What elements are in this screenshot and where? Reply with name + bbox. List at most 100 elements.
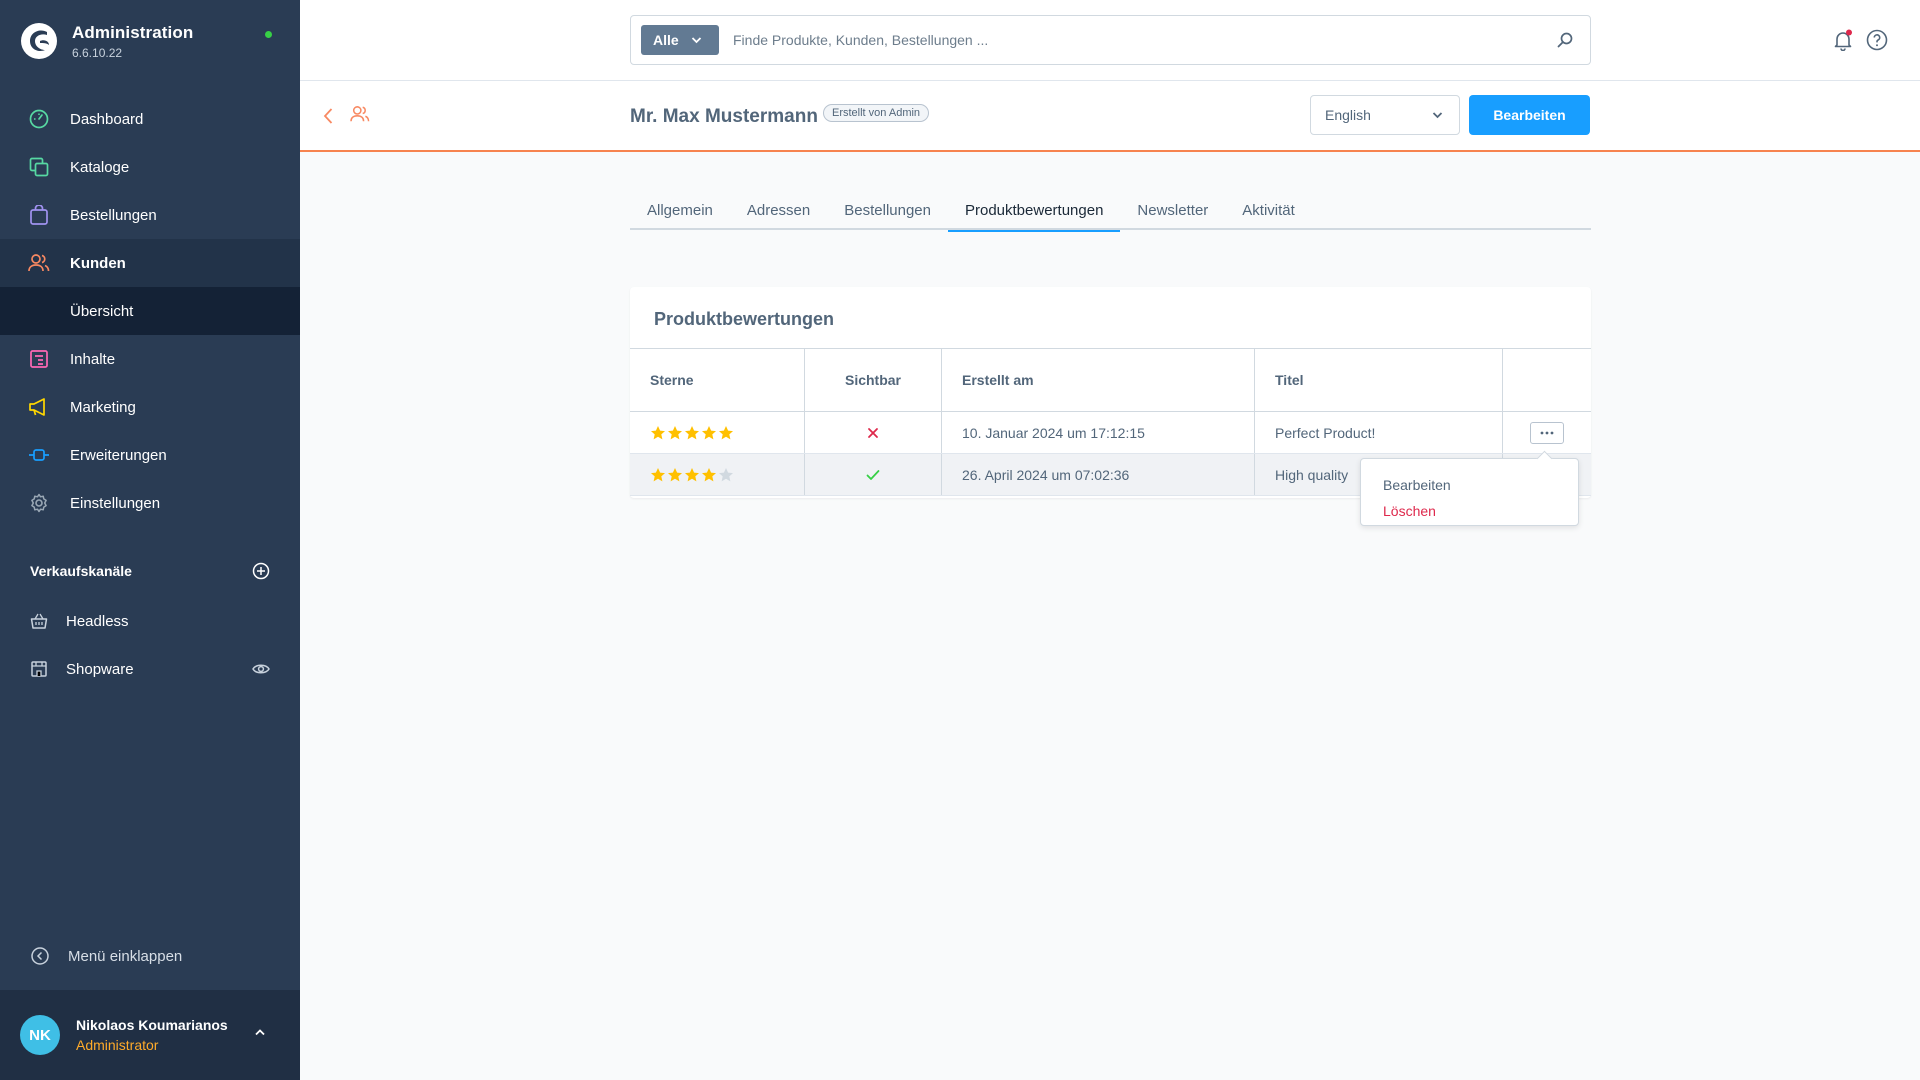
help-icon[interactable] — [1866, 29, 1888, 51]
back-arrow-icon[interactable] — [322, 107, 334, 125]
sidebar-item-label: Kunden — [70, 254, 126, 272]
sales-channel-label: Shopware — [66, 660, 134, 678]
avatar: NK — [20, 1015, 60, 1055]
main-navigation: Dashboard Kataloge Bestellungen Kunden Ü… — [0, 95, 300, 527]
sidebar-item-label: Inhalte — [70, 350, 116, 368]
context-menu-button[interactable] — [1530, 421, 1564, 444]
collapse-menu-label: Menü einklappen — [68, 947, 183, 965]
page-header: Mr. Max Mustermann Erstellt von Admin En… — [300, 81, 1920, 152]
dashboard-icon — [28, 108, 50, 130]
context-menu-delete[interactable]: Löschen — [1383, 503, 1436, 519]
sidebar-item-label: Kataloge — [70, 158, 130, 176]
sidebar-item-label: Marketing — [70, 398, 136, 416]
marketing-icon — [28, 396, 50, 418]
star-filled-icon — [651, 425, 665, 439]
search-input[interactable] — [733, 32, 1533, 48]
online-status-dot — [265, 31, 272, 38]
sidebar-item-customers[interactable]: Kunden — [0, 239, 300, 287]
sidebar-item-settings[interactable]: Einstellungen — [0, 479, 300, 527]
chevron-down-icon — [1432, 112, 1443, 119]
sales-channel-shopware[interactable]: Shopware — [30, 660, 270, 678]
star-filled-icon — [685, 425, 699, 439]
search-type-label: Alle — [653, 32, 679, 48]
shopware-logo-icon — [21, 23, 57, 59]
storefront-icon — [31, 661, 47, 677]
card-title: Produktbewertungen — [654, 309, 835, 329]
admin-sidebar: Administration 6.6.10.22 Dashboard Katal… — [0, 0, 300, 1080]
sidebar-item-content[interactable]: Inhalte — [0, 335, 300, 383]
sidebar-item-dashboard[interactable]: Dashboard — [0, 95, 300, 143]
sidebar-item-label: Erweiterungen — [70, 446, 167, 464]
search-icon[interactable] — [1556, 31, 1574, 49]
sidebar-item-label: Dashboard — [70, 110, 144, 128]
stars-cell — [630, 454, 805, 495]
column-header-actions — [1503, 349, 1591, 411]
top-bar: Alle — [300, 0, 1920, 81]
customers-icon — [28, 252, 50, 274]
chevron-up-icon — [255, 1029, 265, 1036]
chevron-down-icon — [691, 37, 701, 44]
context-menu-edit[interactable]: Bearbeiten — [1383, 477, 1451, 493]
stars-cell — [630, 412, 805, 453]
search-type-dropdown[interactable]: Alle — [641, 25, 719, 55]
star-rating — [650, 467, 734, 483]
table-row[interactable]: 10. Januar 2024 um 17:12:15 Perfect Prod… — [630, 412, 1591, 454]
eye-icon[interactable] — [252, 662, 270, 676]
customers-icon — [350, 106, 370, 122]
sidebar-item-label: Bestellungen — [70, 206, 157, 224]
star-filled-icon — [685, 467, 699, 481]
star-rating — [650, 425, 734, 441]
created-cell: 26. April 2024 um 07:02:36 — [942, 454, 1255, 495]
actions-cell — [1503, 412, 1591, 453]
add-sales-channel-icon[interactable] — [252, 562, 270, 580]
sales-channels-title: Verkaufskanäle — [30, 563, 132, 579]
tab-newsletter[interactable]: Newsletter — [1120, 190, 1225, 230]
star-filled-icon — [702, 425, 716, 439]
visible-cell — [805, 454, 942, 495]
language-select[interactable]: English — [1310, 95, 1460, 135]
sidebar-subitem-label: Übersicht — [70, 302, 134, 320]
chevron-left-circle-icon — [31, 947, 49, 965]
sidebar-item-extensions[interactable]: Erweiterungen — [0, 431, 300, 479]
sidebar-item-catalogs[interactable]: Kataloge — [0, 143, 300, 191]
user-role: Administrator — [76, 1037, 159, 1053]
created-by-badge: Erstellt von Admin — [823, 104, 930, 122]
user-menu[interactable]: NK Nikolaos Koumarianos Administrator — [0, 990, 300, 1080]
settings-icon — [28, 492, 50, 514]
created-cell: 10. Januar 2024 um 17:12:15 — [942, 412, 1255, 453]
tab-addresses[interactable]: Adressen — [730, 190, 827, 230]
sidebar-item-marketing[interactable]: Marketing — [0, 383, 300, 431]
edit-button[interactable]: Bearbeiten — [1469, 95, 1590, 135]
sales-channel-label: Headless — [66, 612, 129, 630]
star-filled-icon — [702, 467, 716, 481]
star-empty-icon — [719, 467, 733, 481]
title-cell: Perfect Product! — [1255, 412, 1503, 453]
sidebar-item-orders[interactable]: Bestellungen — [0, 191, 300, 239]
table-header-row: Sterne Sichtbar Erstellt am Titel — [630, 349, 1591, 412]
tab-general[interactable]: Allgemein — [630, 190, 730, 230]
language-select-value: English — [1325, 107, 1371, 123]
star-filled-icon — [651, 467, 665, 481]
star-filled-icon — [668, 467, 682, 481]
column-header-stars[interactable]: Sterne — [630, 349, 805, 411]
user-name: Nikolaos Koumarianos — [76, 1017, 228, 1033]
tab-product-reviews[interactable]: Produktbewertungen — [947, 190, 1121, 232]
sidebar-subitem-overview[interactable]: Übersicht — [0, 287, 300, 335]
more-horizontal-icon — [1540, 431, 1554, 434]
column-header-title[interactable]: Titel — [1255, 349, 1503, 411]
visible-cell — [805, 412, 942, 453]
tab-activity[interactable]: Aktivität — [1225, 190, 1312, 230]
collapse-menu-button[interactable]: Menü einklappen — [30, 946, 182, 966]
content-icon — [28, 348, 50, 370]
basket-icon — [30, 613, 48, 629]
checkmark-icon — [866, 469, 880, 480]
column-header-created[interactable]: Erstellt am — [942, 349, 1255, 411]
brand[interactable]: Administration 6.6.10.22 — [20, 22, 193, 60]
global-search: Alle — [630, 15, 1591, 65]
notifications-bell-icon[interactable] — [1832, 29, 1854, 51]
sales-channel-headless[interactable]: Headless — [30, 612, 270, 630]
star-filled-icon — [668, 425, 682, 439]
column-header-visible[interactable]: Sichtbar — [805, 349, 942, 411]
sales-channels-header: Verkaufskanäle — [30, 562, 270, 580]
tab-orders[interactable]: Bestellungen — [827, 190, 948, 230]
